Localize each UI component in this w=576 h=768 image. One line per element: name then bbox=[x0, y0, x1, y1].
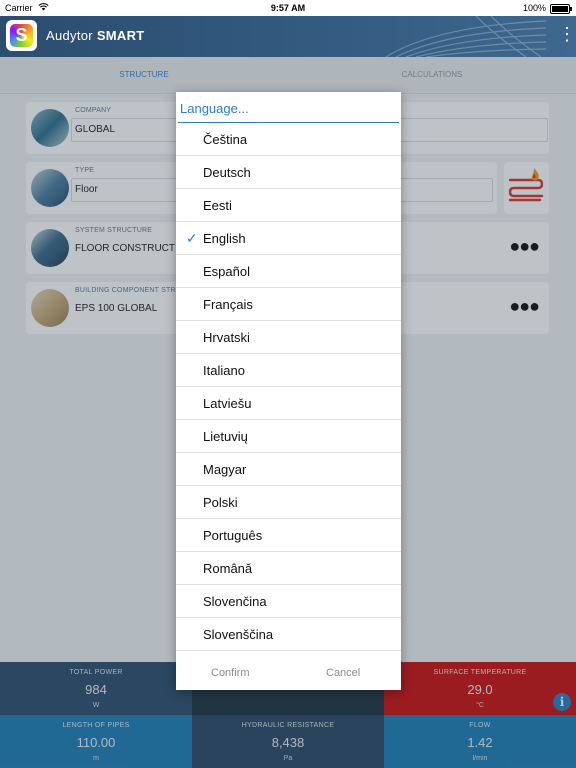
app-title-suffix: SMART bbox=[96, 28, 145, 43]
language-option-label: English bbox=[203, 231, 246, 246]
decorative-pipe-pattern bbox=[385, 16, 546, 57]
language-option[interactable]: Polski bbox=[176, 486, 401, 519]
status-bar: Carrier 9:57 AM 100% bbox=[0, 0, 576, 16]
clock: 9:57 AM bbox=[270, 3, 306, 13]
language-option[interactable]: Deutsch bbox=[176, 156, 401, 189]
language-option[interactable]: Hrvatski bbox=[176, 321, 401, 354]
language-option[interactable]: Eesti bbox=[176, 189, 401, 222]
language-option[interactable]: Slovenčina bbox=[176, 585, 401, 618]
language-option-label: Polski bbox=[203, 495, 238, 510]
confirm-button[interactable]: Confirm bbox=[211, 667, 250, 679]
app-title: Audytor SMART bbox=[46, 28, 145, 43]
language-option-label: Slovenčina bbox=[203, 594, 267, 609]
language-option[interactable]: Español bbox=[176, 255, 401, 288]
app-logo-icon: S bbox=[6, 20, 37, 51]
language-option-label: Deutsch bbox=[203, 165, 251, 180]
language-option[interactable]: Magyar bbox=[176, 453, 401, 486]
cancel-button[interactable]: Cancel bbox=[326, 667, 360, 679]
app-bar: S Audytor SMART ⋮ bbox=[0, 16, 576, 57]
dialog-title: Language... bbox=[180, 101, 249, 116]
language-option-label: Português bbox=[203, 528, 263, 543]
battery-percentage: 100% bbox=[522, 3, 546, 13]
language-option-label: Latviešu bbox=[203, 396, 252, 411]
checkmark-icon: ✓ bbox=[186, 230, 198, 246]
language-dialog: Language... Čeština Deutsch Eesti ✓ English E… bbox=[176, 92, 401, 690]
language-option[interactable]: ✓ English bbox=[176, 222, 401, 255]
language-option-label: Magyar bbox=[203, 462, 247, 477]
language-option[interactable]: Română bbox=[176, 552, 401, 585]
language-option-label: Română bbox=[203, 561, 253, 576]
battery-icon bbox=[550, 4, 572, 14]
language-list[interactable]: Čeština Deutsch Eesti ✓ English Español França… bbox=[176, 123, 401, 651]
language-option-label: Français bbox=[203, 297, 253, 312]
language-option-label: Hrvatski bbox=[203, 330, 250, 345]
language-option-label: Español bbox=[203, 264, 250, 279]
dialog-footer: Confirm Cancel bbox=[176, 660, 401, 690]
language-option-label: Čeština bbox=[203, 132, 248, 147]
app-title-prefix: Audytor bbox=[46, 28, 93, 43]
language-option-label: Eesti bbox=[203, 198, 232, 213]
language-option[interactable]: Slovenščina bbox=[176, 618, 401, 651]
language-option-label: Slovenščina bbox=[203, 627, 274, 642]
language-option[interactable]: Čeština bbox=[176, 123, 401, 156]
language-option[interactable]: Português bbox=[176, 519, 401, 552]
language-option[interactable]: Français bbox=[176, 288, 401, 321]
language-option[interactable]: Latviešu bbox=[176, 387, 401, 420]
language-option[interactable]: Italiano bbox=[176, 354, 401, 387]
language-option[interactable]: Lietuvių bbox=[176, 420, 401, 453]
language-option-label: Italiano bbox=[203, 363, 245, 378]
language-option-label: Lietuvių bbox=[203, 429, 248, 444]
more-options-icon[interactable]: ⋮ bbox=[558, 25, 576, 43]
